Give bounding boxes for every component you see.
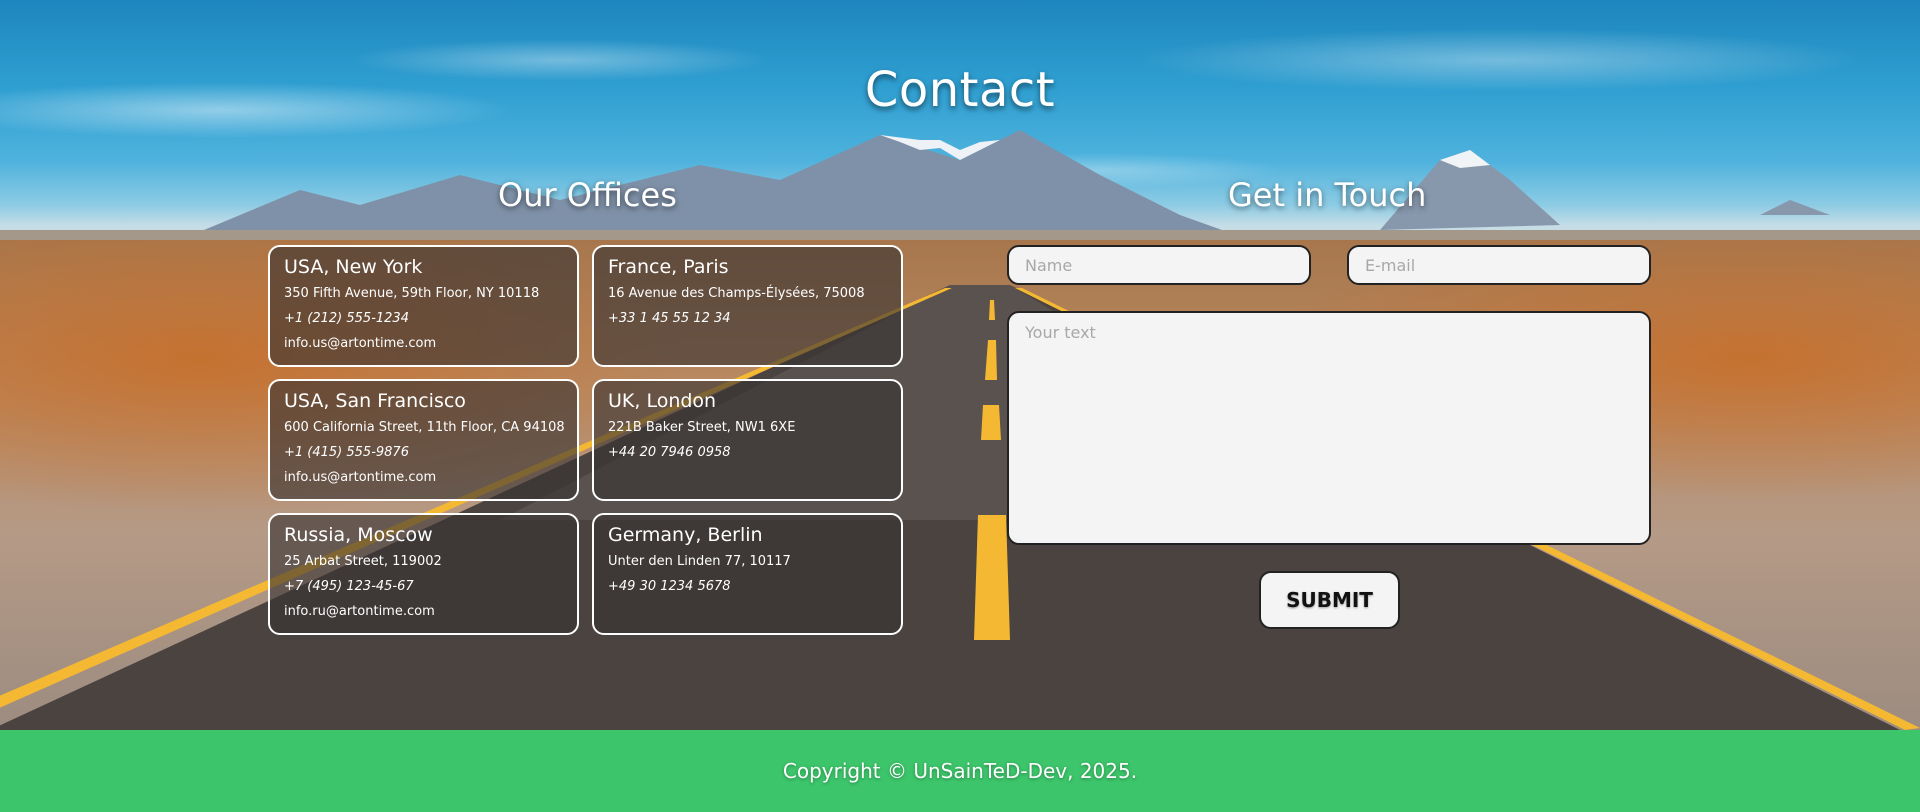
office-address: 16 Avenue des Champs-Élysées, 75008 xyxy=(608,286,865,301)
office-email[interactable]: info.us@artontime.com xyxy=(284,465,563,490)
office-address: 221B Baker Street, NW1 6XE xyxy=(608,420,796,435)
office-phone: +49 30 1234 5678 xyxy=(608,579,731,594)
email-field[interactable] xyxy=(1347,245,1651,285)
offices-grid: USA, New York 350 Fifth Avenue, 59th Flo… xyxy=(268,245,905,635)
get-in-touch-heading: Get in Touch xyxy=(1228,176,1427,214)
office-phone: +33 1 45 55 12 34 xyxy=(608,311,731,326)
office-phone: +1 (415) 555-9876 xyxy=(284,445,409,460)
office-card-london: UK, London 221B Baker Street, NW1 6XE +4… xyxy=(592,379,903,501)
office-card-paris: France, Paris 16 Avenue des Champs-Élysé… xyxy=(592,245,903,367)
office-city: USA, New York xyxy=(284,256,423,278)
name-field[interactable] xyxy=(1007,245,1311,285)
office-city: France, Paris xyxy=(608,256,729,278)
office-address: 600 California Street, 11th Floor, CA 94… xyxy=(284,420,565,435)
office-address: 350 Fifth Avenue, 59th Floor, NY 10118 xyxy=(284,286,540,301)
office-address: Unter den Linden 77, 10117 xyxy=(608,554,791,569)
office-phone: +1 (212) 555-1234 xyxy=(284,311,409,326)
footer: Copyright © UnSainTeD-Dev, 2025. xyxy=(0,730,1920,812)
office-address: 25 Arbat Street, 119002 xyxy=(284,554,442,569)
office-card-new-york: USA, New York 350 Fifth Avenue, 59th Flo… xyxy=(268,245,579,367)
office-city: Germany, Berlin xyxy=(608,524,763,546)
office-email[interactable]: info.ru@artontime.com xyxy=(284,599,563,624)
copyright-text: Copyright © UnSainTeD-Dev, 2025. xyxy=(782,759,1138,783)
office-card-berlin: Germany, Berlin Unter den Linden 77, 101… xyxy=(592,513,903,635)
page-title: Contact xyxy=(864,62,1056,118)
office-phone: +7 (495) 123-45-67 xyxy=(284,579,414,594)
office-city: Russia, Moscow xyxy=(284,524,433,546)
message-textarea[interactable] xyxy=(1007,311,1651,545)
submit-button[interactable]: SUBMIT xyxy=(1259,571,1400,629)
offices-heading: Our Offices xyxy=(498,176,677,214)
office-city: UK, London xyxy=(608,390,717,412)
office-card-san-francisco: USA, San Francisco 600 California Street… xyxy=(268,379,579,501)
office-card-moscow: Russia, Moscow 25 Arbat Street, 119002 +… xyxy=(268,513,579,635)
office-email[interactable]: info.us@artontime.com xyxy=(284,331,563,356)
office-city: USA, San Francisco xyxy=(284,390,466,412)
office-phone: +44 20 7946 0958 xyxy=(608,445,731,460)
